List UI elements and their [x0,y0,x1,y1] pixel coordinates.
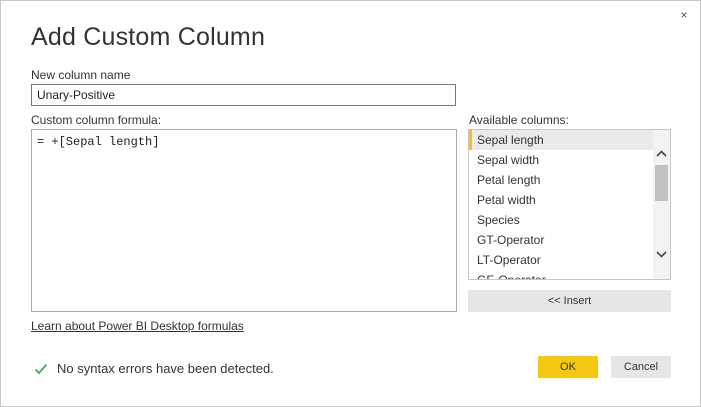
chevron-up-icon [656,149,667,157]
available-columns-list[interactable]: Sepal length Sepal width Petal length Petal… [468,129,671,280]
columns-list-items: Sepal length Sepal width Petal length Petal… [469,130,655,279]
column-item[interactable]: Sepal width [469,150,655,170]
scroll-thumb[interactable] [655,165,668,201]
syntax-status-text: No syntax errors have been detected. [57,361,274,376]
columns-scrollbar[interactable] [653,130,670,279]
dialog-title: Add Custom Column [31,23,266,51]
column-item[interactable]: LT-Operator [469,250,655,270]
syntax-status: No syntax errors have been detected. [34,361,274,376]
column-item[interactable]: GT-Operator [469,230,655,250]
scroll-down-button[interactable] [653,245,670,263]
custom-formula-label: Custom column formula: [31,113,162,127]
column-item[interactable]: Petal length [469,170,655,190]
formula-text: = +[Sepal length] [37,135,160,149]
scroll-up-button[interactable] [653,144,670,162]
close-icon: × [680,8,688,22]
close-button[interactable]: × [676,7,692,23]
add-custom-column-dialog: × Add Custom Column New column name Cust… [0,0,701,407]
insert-button[interactable]: << Insert [468,290,671,312]
new-column-name-input[interactable] [31,84,456,106]
available-columns-label: Available columns: [469,113,569,127]
column-item[interactable]: Species [469,210,655,230]
ok-button[interactable]: OK [538,356,598,378]
column-item[interactable]: Sepal length [469,130,655,150]
learn-formulas-link[interactable]: Learn about Power BI Desktop formulas [31,319,244,333]
column-item[interactable]: Petal width [469,190,655,210]
check-icon [34,363,48,374]
column-item[interactable]: GE-Operator [469,270,655,279]
new-column-name-label: New column name [31,68,131,82]
chevron-down-icon [656,250,667,258]
custom-formula-editor[interactable]: = +[Sepal length] [31,129,457,312]
cancel-button[interactable]: Cancel [611,356,671,378]
